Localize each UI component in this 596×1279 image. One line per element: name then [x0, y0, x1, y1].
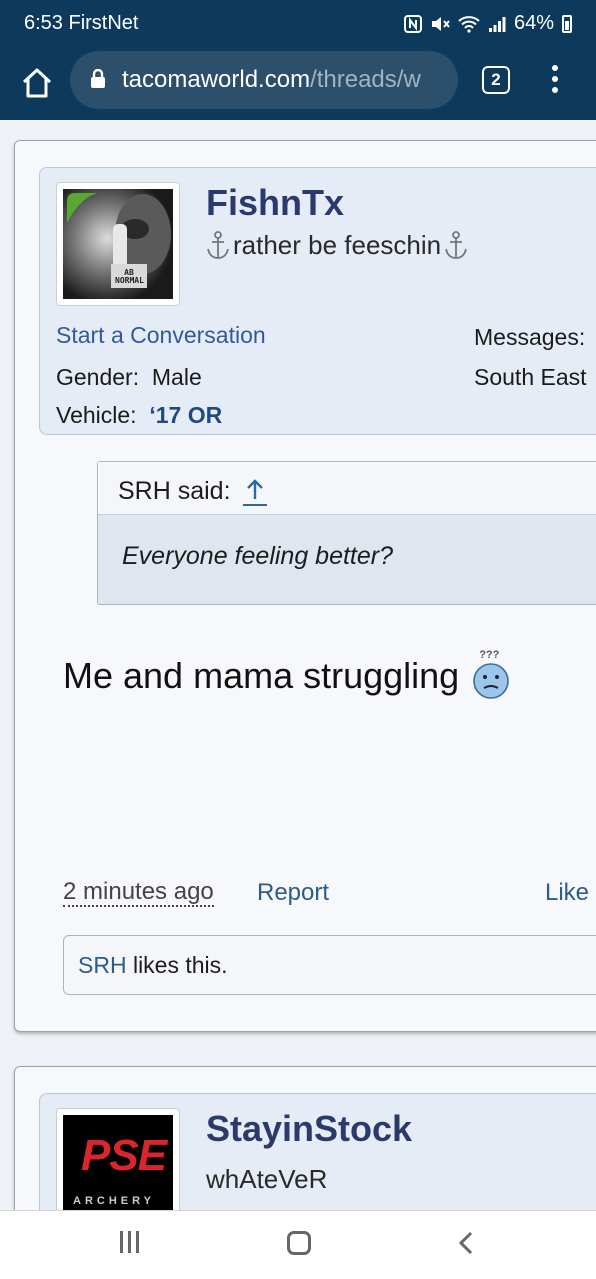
user-info-block: PSE ARCHERY StayinStock whAteVeR: [39, 1093, 596, 1210]
likes-user-link[interactable]: SRH: [78, 952, 127, 978]
avatar-sign-text: AB NORMAL: [115, 268, 144, 285]
quote-block: SRH said: Everyone feeling better?: [97, 461, 596, 605]
system-nav-bar: [0, 1210, 596, 1279]
recent-apps-icon[interactable]: [120, 1231, 144, 1255]
post-timestamp[interactable]: 2 minutes ago: [63, 879, 214, 907]
tab-switcher-button[interactable]: 2: [482, 66, 510, 94]
likes-summary: SRH likes this.: [63, 935, 596, 995]
nfc-icon: [403, 14, 422, 33]
online-indicator-icon: [67, 193, 97, 223]
location: South East: [474, 364, 587, 390]
message-text: Me and mama struggling: [63, 655, 460, 696]
quote-attribution: SRH said:: [118, 475, 269, 507]
gender-value: Male: [151, 364, 202, 390]
pse-logo-text: PSE: [81, 1131, 167, 1180]
url-path: /threads/w: [310, 66, 421, 93]
likes-text: SRH likes this.: [78, 952, 228, 979]
battery-icon: [562, 14, 572, 33]
battery-percent: 64%: [513, 12, 554, 34]
gender-row: Gender: Male: [56, 364, 202, 391]
home-icon[interactable]: [18, 64, 56, 102]
messages-label: Messages:: [474, 324, 586, 350]
confused-face-icon: ???: [469, 649, 513, 703]
thread-content: AB NORMAL FishnTx rather be feeschin Sta…: [0, 120, 596, 1210]
arrow-up-icon[interactable]: [241, 475, 269, 507]
status-time-carrier: 6:53 FirstNet: [24, 12, 139, 34]
anchor-icon: [207, 230, 229, 259]
quote-author: SRH said:: [118, 476, 231, 505]
likes-suffix: likes this.: [126, 952, 228, 978]
message-body: Me and mama struggling ???: [63, 649, 513, 703]
status-icons: 64%: [403, 12, 572, 35]
home-nav-icon[interactable]: [287, 1231, 311, 1255]
like-button[interactable]: Like: [545, 879, 589, 907]
username[interactable]: FishnTx: [206, 182, 344, 224]
vehicle-label: Vehicle:: [56, 402, 137, 428]
user-title: rather be feeschin: [206, 230, 468, 261]
menu-icon[interactable]: [545, 62, 565, 98]
avatar[interactable]: PSE ARCHERY: [56, 1108, 180, 1210]
address-bar[interactable]: tacomaworld.com/threads/w: [70, 51, 458, 109]
user-title-text: rather be feeschin: [233, 230, 442, 260]
start-conversation-link[interactable]: Start a Conversation: [56, 322, 266, 349]
browser-toolbar: tacomaworld.com/threads/w 2: [0, 48, 596, 120]
gender-label: Gender:: [56, 364, 140, 390]
username[interactable]: StayinStock: [206, 1108, 412, 1150]
report-link[interactable]: Report: [257, 879, 329, 907]
avatar[interactable]: AB NORMAL: [56, 182, 180, 306]
post: AB NORMAL FishnTx rather be feeschin Sta…: [14, 140, 596, 1032]
url-host: tacomaworld.com: [122, 66, 311, 93]
user-title: whAteVeR: [206, 1164, 328, 1194]
quote-header: SRH said:: [98, 462, 596, 515]
status-bar: 6:53 FirstNet 64%: [0, 0, 596, 48]
vehicle-value[interactable]: ‘17 OR: [149, 402, 222, 428]
avatar-image: PSE ARCHERY: [63, 1115, 173, 1210]
anchor-icon: [445, 230, 468, 259]
wifi-icon: [458, 15, 480, 33]
signal-icon: [488, 16, 506, 32]
quote-text: Everyone feeling better?: [122, 542, 394, 570]
back-icon[interactable]: [455, 1229, 479, 1257]
post: PSE ARCHERY StayinStock whAteVeR: [14, 1066, 596, 1210]
lock-icon: [91, 69, 105, 88]
pse-logo-sub: ARCHERY: [73, 1195, 155, 1207]
vehicle-row: Vehicle: ‘17 OR: [56, 402, 222, 429]
mute-icon: [431, 16, 450, 31]
user-info-block: AB NORMAL FishnTx rather be feeschin Sta…: [39, 167, 596, 435]
